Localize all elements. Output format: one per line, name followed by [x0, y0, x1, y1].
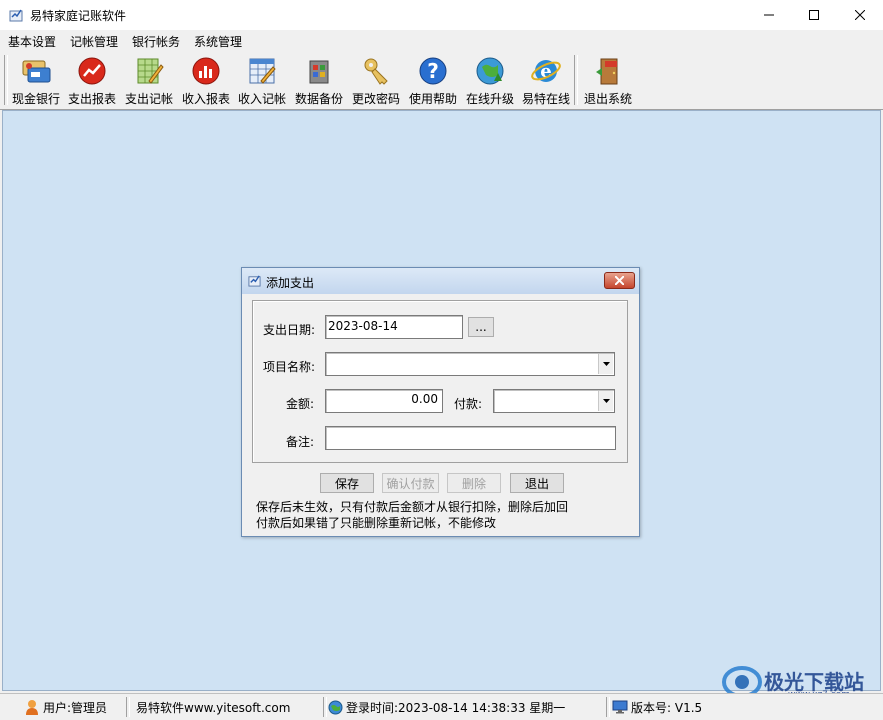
note-field[interactable]: [325, 426, 616, 450]
toolbar-label: 数据备份: [294, 92, 343, 106]
status-site: 易特软件www.yitesoft.com: [136, 697, 290, 717]
dialog-close-button[interactable]: [604, 272, 635, 289]
menu-bank-accounts[interactable]: 银行帐务: [132, 33, 180, 50]
online-upgrade-icon: [476, 57, 504, 85]
expense-report-icon: [78, 57, 106, 85]
amount-field[interactable]: 0.00: [325, 389, 443, 413]
minimize-icon: [764, 14, 774, 16]
close-icon: [615, 276, 624, 285]
confirm-payment-button[interactable]: 确认付款: [382, 473, 439, 493]
status-separator: [606, 697, 610, 717]
status-site-text: 易特软件www.yitesoft.com: [136, 700, 291, 715]
toolbar-change-password-button[interactable]: 更改密码: [348, 53, 404, 107]
toolbar-separator: [574, 55, 578, 105]
status-separator: [323, 697, 327, 717]
dialog-title-bar[interactable]: 添加支出: [242, 268, 639, 294]
toolbar-label: 收入报表: [181, 92, 230, 106]
chevron-down-icon[interactable]: [598, 354, 613, 374]
status-user: 用户:管理员: [25, 697, 107, 717]
item-name-combo[interactable]: [325, 352, 615, 376]
status-login-time: 登录时间:2023-08-14 14:38:33 星期一: [328, 697, 565, 717]
toolbar-label: 使用帮助: [408, 92, 457, 106]
status-version: 版本号: V1.5: [612, 697, 702, 717]
monitor-icon: [612, 700, 628, 714]
menu-bookkeeping[interactable]: 记帐管理: [70, 33, 118, 50]
toolbar-exit-button[interactable]: 退出系统: [580, 53, 636, 107]
toolbar-label: 支出记帐: [124, 92, 173, 106]
status-version-text: 版本号: V1.5: [631, 700, 703, 715]
maximize-icon: [809, 10, 819, 20]
note-label: 备注:: [286, 435, 315, 449]
exit-door-icon: [596, 58, 618, 85]
ie-browser-icon: e: [531, 60, 561, 82]
chevron-down-icon[interactable]: [598, 391, 613, 411]
exit-button[interactable]: 退出: [510, 473, 564, 493]
hint-text-line2: 付款后如果错了只能删除重新记帐，不能修改: [256, 516, 497, 530]
data-backup-icon: [309, 60, 329, 84]
toolbar-expense-entry-button[interactable]: 支出记帐: [121, 53, 177, 107]
item-name-label: 项目名称:: [263, 360, 316, 374]
toolbar-cash-bank-button[interactable]: 现金银行: [8, 53, 64, 107]
close-button[interactable]: [837, 0, 883, 30]
date-label: 支出日期:: [263, 323, 316, 337]
income-report-icon: [192, 57, 220, 85]
minimize-button[interactable]: [746, 0, 792, 30]
menu-basic-settings[interactable]: 基本设置: [8, 33, 56, 50]
add-expense-dialog: 添加支出 支出日期: 2023-08-14 ... 项目名称: 金额: 0.00…: [241, 267, 640, 537]
toolbar-data-backup-button[interactable]: 数据备份: [291, 53, 347, 107]
close-icon: [855, 10, 865, 20]
save-button[interactable]: 保存: [320, 473, 374, 493]
dialog-form-panel: 支出日期: 2023-08-14 ... 项目名称: 金额: 0.00 付款: …: [252, 300, 628, 463]
toolbar-label: 更改密码: [351, 92, 400, 106]
app-icon: [9, 9, 23, 22]
toolbar-income-report-button[interactable]: 收入报表: [178, 53, 234, 107]
toolbar-yite-online-button[interactable]: e 易特在线: [518, 53, 574, 107]
key-icon: [364, 58, 388, 85]
toolbar-expense-report-button[interactable]: 支出报表: [64, 53, 120, 107]
date-field[interactable]: 2023-08-14: [325, 315, 463, 339]
user-icon: [26, 700, 38, 715]
help-icon: ?: [419, 57, 447, 85]
payment-label: 付款:: [454, 397, 483, 411]
window-title: 易特家庭记账软件: [30, 9, 127, 23]
amount-value: 0.00: [411, 392, 438, 406]
cash-bank-icon: [22, 60, 51, 83]
hint-text-line1: 保存后未生效，只有付款后金额才从银行扣除，删除后加回: [256, 500, 569, 514]
toolbar-income-entry-button[interactable]: 收入记帐: [234, 53, 290, 107]
menu-bar: 基本设置 记帐管理 银行帐务 系统管理: [0, 30, 883, 51]
expense-entry-icon: [137, 58, 164, 84]
maximize-button[interactable]: [791, 0, 837, 30]
payment-combo[interactable]: [493, 389, 615, 413]
toolbar-label: 支出报表: [67, 92, 116, 106]
svg-text:?: ?: [427, 59, 439, 83]
date-picker-button[interactable]: ...: [468, 317, 494, 337]
title-bar[interactable]: 易特家庭记账软件: [0, 0, 883, 30]
status-login-time-text: 登录时间:2023-08-14 14:38:33 星期一: [346, 700, 566, 715]
status-user-text: 用户:管理员: [43, 700, 108, 715]
amount-label: 金额:: [286, 397, 315, 411]
menu-system[interactable]: 系统管理: [194, 33, 242, 50]
toolbar-help-button[interactable]: ? 使用帮助: [405, 53, 461, 107]
dialog-title: 添加支出: [266, 276, 315, 290]
status-bar: 用户:管理员 易特软件www.yitesoft.com 登录时间:2023-08…: [0, 693, 883, 720]
toolbar: 现金银行 支出报表 支出记帐 收入报表 收入记帐 数据备份 更改密码 ? 使用帮…: [0, 51, 883, 110]
toolbar-label: 退出系统: [583, 92, 632, 106]
toolbar-label: 现金银行: [11, 92, 60, 106]
toolbar-label: 收入记帐: [237, 92, 286, 106]
toolbar-online-upgrade-button[interactable]: 在线升级: [462, 53, 518, 107]
dialog-icon: [248, 275, 261, 287]
toolbar-label: 易特在线: [521, 92, 570, 106]
date-value: 2023-08-14: [328, 319, 398, 333]
globe-icon: [328, 700, 343, 714]
status-separator: [126, 697, 130, 717]
income-entry-icon: [249, 58, 276, 84]
toolbar-label: 在线升级: [465, 92, 514, 106]
delete-button[interactable]: 删除: [447, 473, 501, 493]
